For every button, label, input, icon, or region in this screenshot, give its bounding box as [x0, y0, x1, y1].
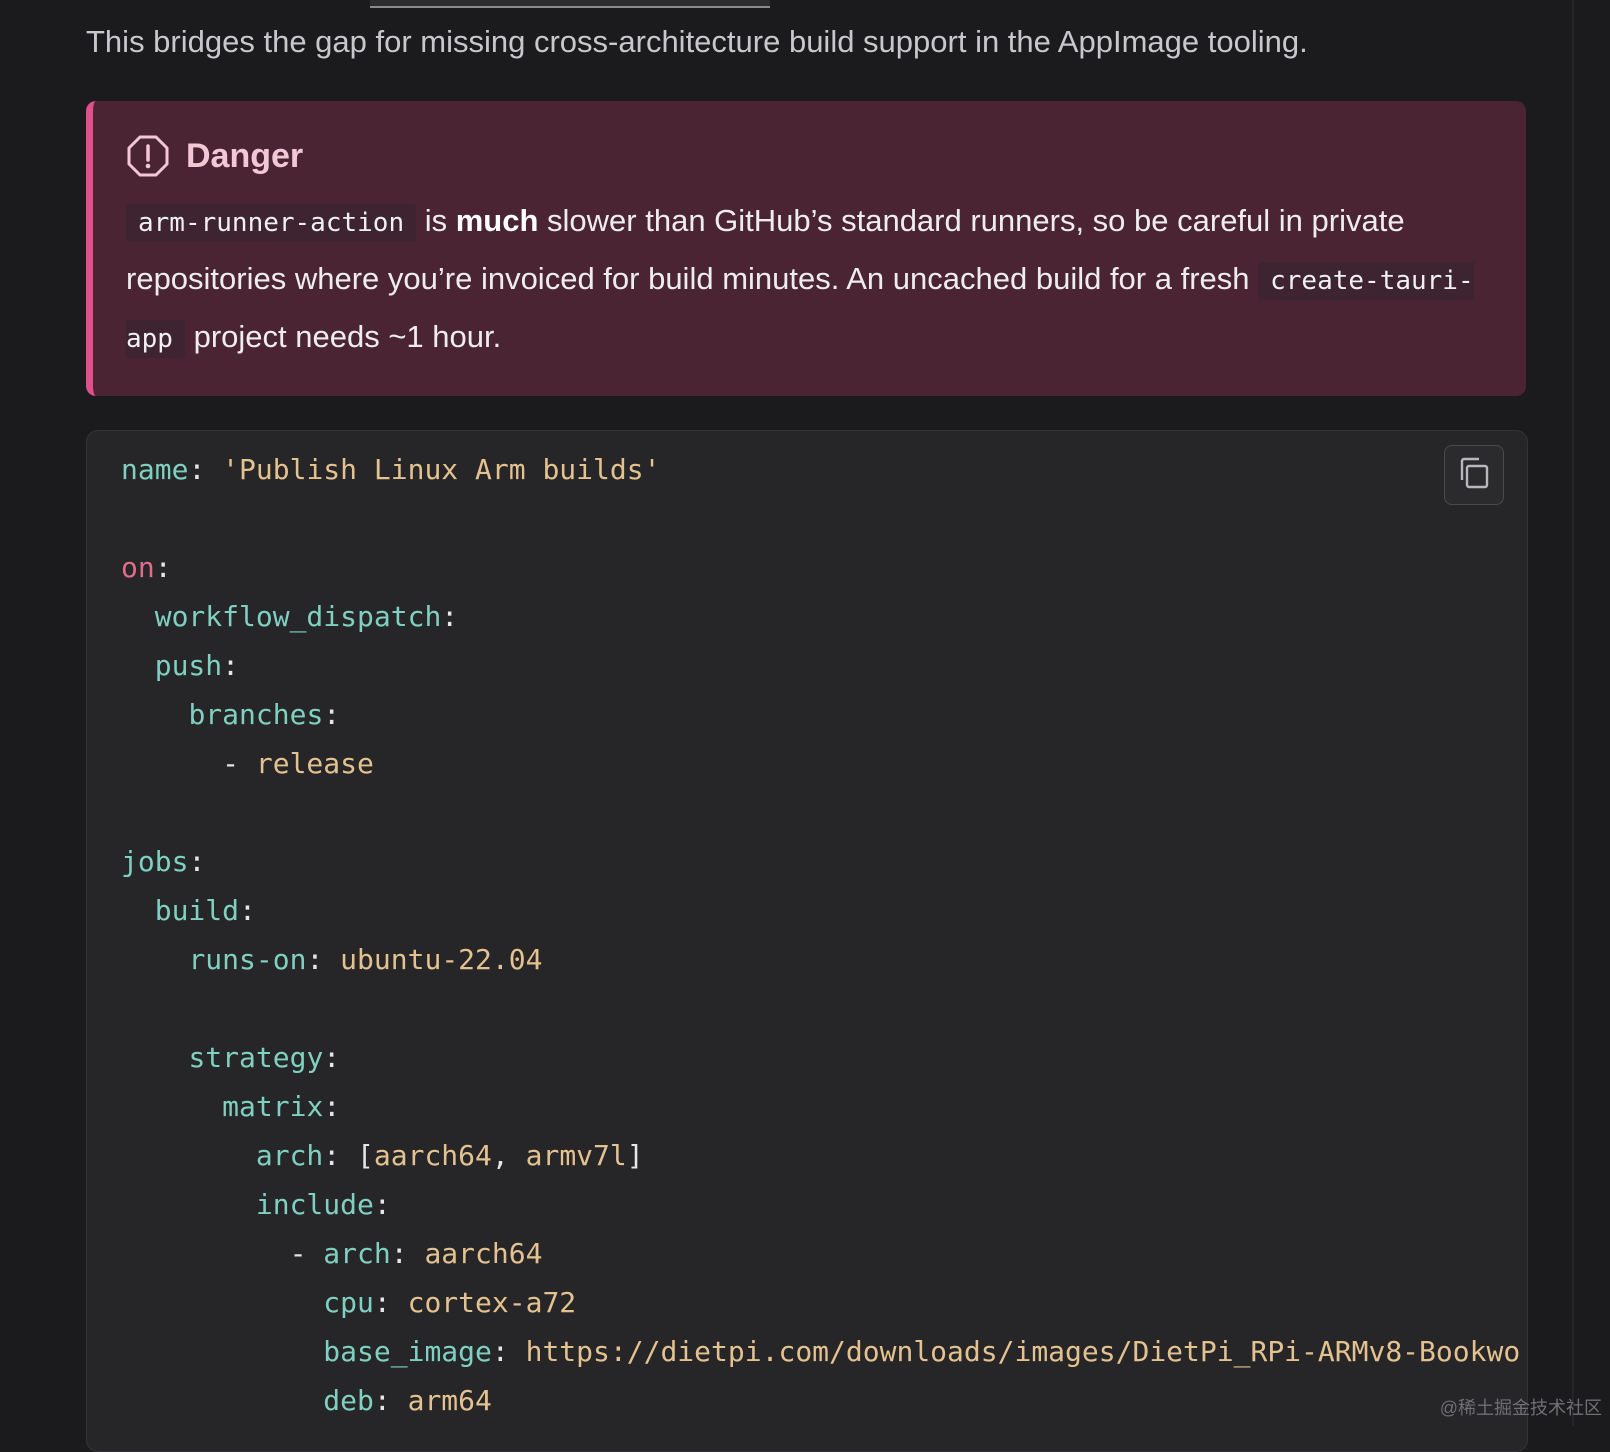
copy-code-button[interactable] — [1444, 445, 1504, 505]
code-token: : — [154, 551, 172, 584]
code-token: cpu — [323, 1286, 374, 1319]
code-line: name: 'Publish Linux Arm builds' — [121, 445, 1520, 494]
watermark: @稀土掘金技术社区 — [1439, 1398, 1602, 1418]
code-token: : — [323, 698, 341, 731]
code-token: aarch64 — [424, 1237, 543, 1270]
code-line: branches: — [121, 690, 1520, 739]
code-token: : — [188, 453, 223, 486]
danger-text: arm-runner-action is much slower than Gi… — [126, 193, 1486, 367]
code-token: aarch64 — [373, 1139, 492, 1172]
danger-emphasis: much — [455, 203, 539, 238]
danger-text-part: project needs ~1 hour. — [184, 319, 502, 354]
code-token: : — [373, 1286, 408, 1319]
code-token: branches — [188, 698, 324, 731]
code-token: ] — [626, 1139, 644, 1172]
yaml-code: name: 'Publish Linux Arm builds' on: work… — [121, 445, 1520, 1425]
code-line: deb: arm64 — [121, 1376, 1520, 1425]
code-token: cortex-a72 — [407, 1286, 577, 1319]
code-line: strategy: — [121, 1033, 1520, 1082]
code-token: : — [188, 845, 206, 878]
code-line: - arch: aarch64 — [121, 1229, 1520, 1278]
code-token: runs-on — [188, 943, 307, 976]
code-token: include — [255, 1188, 374, 1221]
previous-content-fragment — [370, 0, 770, 8]
code-token: 'Publish Linux Arm builds' — [222, 453, 661, 486]
code-line: on: — [121, 543, 1520, 592]
code-token: : — [306, 943, 341, 976]
code-line: push: — [121, 641, 1520, 690]
code-line: cpu: cortex-a72 — [121, 1278, 1520, 1327]
danger-icon — [126, 134, 170, 178]
code-token: ubuntu-22.04 — [340, 943, 543, 976]
code-block: name: 'Publish Linux Arm builds' on: work… — [86, 430, 1528, 1452]
code-token: - — [121, 747, 256, 780]
code-token: : — [222, 649, 240, 682]
code-token: on — [121, 551, 155, 584]
code-token: arm64 — [407, 1384, 492, 1417]
code-token: deb — [323, 1384, 374, 1417]
code-token: armv7l — [525, 1139, 627, 1172]
code-line: base_image: https://dietpi.com/downloads… — [121, 1327, 1520, 1376]
inline-code-arm-runner-action: arm-runner-action — [126, 204, 417, 242]
code-line: - release — [121, 739, 1520, 788]
code-token: jobs — [121, 845, 189, 878]
danger-callout: Danger arm-runner-action is much slower … — [86, 101, 1526, 396]
intro-paragraph: This bridges the gap for missing cross-a… — [86, 24, 1308, 59]
code-token: push — [154, 649, 223, 682]
code-token: arch — [255, 1139, 324, 1172]
code-token: : — [323, 1090, 341, 1123]
code-line: include: — [121, 1180, 1520, 1229]
code-line: build: — [121, 886, 1520, 935]
code-token: : — [441, 600, 459, 633]
code-token: : — [239, 894, 256, 927]
code-token: workflow_dispatch — [154, 600, 442, 633]
code-token: build — [154, 894, 240, 927]
code-token: : — [373, 1384, 408, 1417]
code-line: matrix: — [121, 1082, 1520, 1131]
danger-header: Danger — [126, 131, 1486, 181]
code-token: - — [121, 1237, 324, 1270]
code-token: strategy — [188, 1041, 324, 1074]
code-token: , — [491, 1139, 526, 1172]
code-token: https://dietpi.com/downloads/images/Diet… — [525, 1335, 1521, 1368]
code-line: runs-on: ubuntu-22.04 — [121, 935, 1520, 984]
code-token: name — [121, 453, 189, 486]
danger-title: Danger — [186, 136, 304, 175]
code-token: matrix — [222, 1090, 324, 1123]
code-line: workflow_dispatch: — [121, 592, 1520, 641]
code-line: arch: [aarch64, armv7l] — [121, 1131, 1520, 1180]
page-right-border — [1572, 0, 1574, 1426]
code-token: : — [491, 1335, 526, 1368]
code-token: : — [390, 1237, 425, 1270]
code-token: : [ — [323, 1139, 374, 1172]
code-token: : — [323, 1041, 341, 1074]
copy-icon[interactable] — [1457, 456, 1491, 495]
code-token: arch — [323, 1237, 391, 1270]
danger-text-part: is — [416, 203, 456, 238]
code-line: jobs: — [121, 837, 1520, 886]
code-token: : — [373, 1188, 391, 1221]
code-token: release — [255, 747, 374, 780]
code-token: base_image — [323, 1335, 492, 1368]
